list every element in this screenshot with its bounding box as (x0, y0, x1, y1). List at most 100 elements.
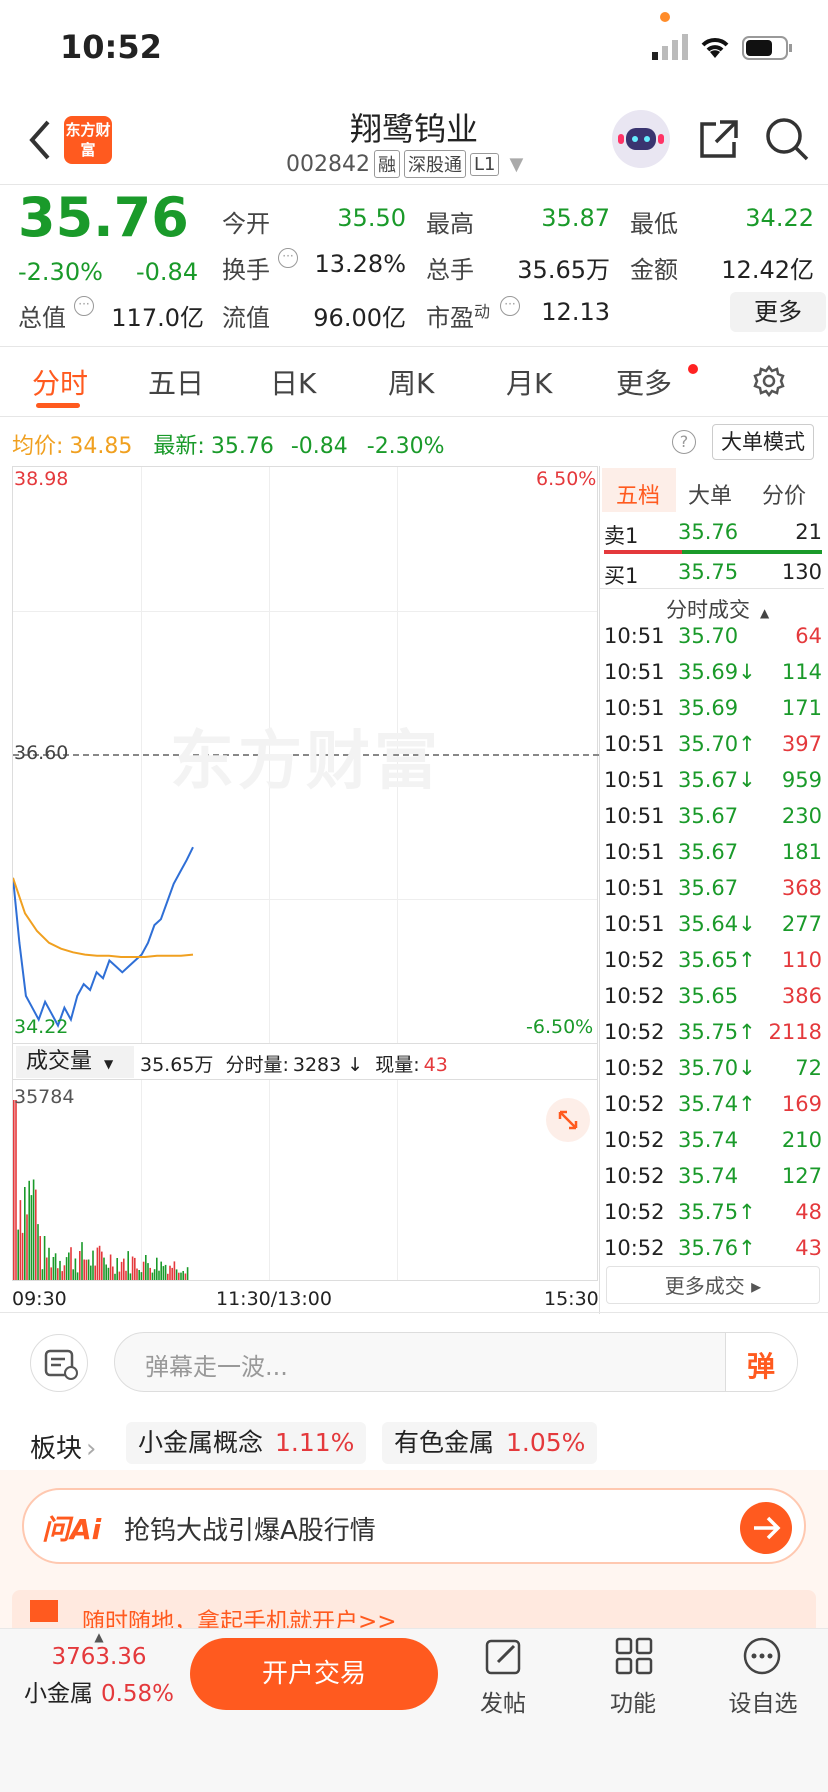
mktcap-value: 117.0亿 (111, 304, 204, 332)
grid-icon[interactable] (614, 1636, 654, 1680)
volume-bar (182, 1271, 184, 1280)
index-ticker[interactable]: ▲ 3763.36 小金属 0.58% (14, 1630, 184, 1708)
price-line (13, 846, 194, 1028)
volume-selector[interactable]: 成交量 ▼ (16, 1046, 134, 1078)
volume-bar (37, 1224, 39, 1280)
settings-gear-icon[interactable] (752, 364, 786, 402)
tab-daily-k[interactable]: 日K (270, 362, 316, 402)
tab-intraday[interactable]: 分时 (32, 362, 88, 402)
tick-time: 10:52 (604, 1236, 665, 1260)
ticks-title[interactable]: 分时成交 ▲ (666, 594, 769, 624)
open-trade-button[interactable]: 开户交易 (190, 1638, 438, 1710)
volume-bar (116, 1258, 118, 1280)
danmu-settings-icon[interactable] (30, 1334, 88, 1392)
volume-bar (30, 1195, 33, 1280)
sector-chip[interactable]: 有色金属 1.05% (382, 1422, 598, 1464)
arrow-right-icon[interactable] (740, 1502, 792, 1554)
ai-prompt-text: 抢钨大战引爆A股行情 (124, 1516, 376, 1546)
wifi-icon (698, 32, 732, 64)
info-icon[interactable]: ··· (74, 296, 94, 316)
volume-bar (164, 1264, 167, 1280)
volume-bar (17, 1229, 19, 1280)
tab-weekly-k[interactable]: 周K (388, 362, 434, 402)
float-cap-label: 流值 (222, 304, 270, 332)
big-order-mode-button[interactable]: 大单模式 (712, 424, 814, 460)
robot-avatar-icon[interactable] (612, 110, 670, 168)
volume-bar (52, 1257, 55, 1280)
nav-add-watchlist[interactable]: 设自选 (718, 1684, 808, 1718)
volume-bar (151, 1272, 154, 1280)
open-account-banner[interactable]: 随时随地，拿起手机就开户>> (12, 1590, 816, 1628)
volume-bar (156, 1257, 158, 1280)
volume-bar (153, 1269, 156, 1280)
dropdown-icon: ▼ (104, 1057, 114, 1071)
signal-icon (652, 34, 690, 64)
tab-more[interactable]: 更多 (616, 362, 672, 402)
volume-bar (79, 1251, 81, 1280)
volume-bar (149, 1267, 151, 1280)
more-dots-icon[interactable] (742, 1636, 782, 1680)
volume-bar (61, 1271, 63, 1280)
search-icon[interactable] (764, 116, 810, 166)
open-label: 今开 (222, 210, 270, 238)
volume-bar (138, 1270, 140, 1280)
tick-price: 35.67 (678, 876, 739, 900)
tab-big-order[interactable]: 大单 (688, 478, 732, 510)
nav-functions[interactable]: 功能 (588, 1684, 678, 1718)
tick-volume: 181 (781, 840, 822, 864)
sector-chip[interactable]: 小金属概念 1.11% (126, 1422, 367, 1464)
y-axis-mid: 36.60 (14, 742, 69, 764)
nav-post[interactable]: 发帖 (458, 1684, 548, 1718)
sector-label[interactable]: 板块 › (30, 1428, 96, 1465)
more-quote-button[interactable]: 更多 (730, 292, 826, 332)
tick-price: 35.67 (678, 840, 739, 864)
volume-bar (83, 1259, 85, 1280)
volume-bar (180, 1272, 182, 1280)
volume-bar (94, 1265, 96, 1280)
tick-row: 10:52 35.74↑ 169 (604, 1092, 822, 1128)
tick-row: 10:51 35.64↓ 277 (604, 912, 822, 948)
volume-bar (125, 1270, 127, 1280)
post-icon[interactable] (484, 1636, 524, 1680)
stock-code-row[interactable]: 002842 融 深股通 L1 ▼ (286, 150, 523, 178)
tick-time: 10:52 (604, 1020, 665, 1044)
volume-bar (101, 1251, 103, 1280)
tick-time: 10:51 (604, 696, 665, 720)
volume-bar (175, 1269, 178, 1280)
volume-bar (145, 1255, 147, 1280)
share-icon[interactable] (696, 118, 740, 166)
tick-time: 10:52 (604, 948, 665, 972)
tab-5day[interactable]: 五日 (148, 362, 204, 402)
chevron-down-icon: ▼ (509, 153, 524, 175)
volume-chart[interactable] (12, 1080, 598, 1280)
turnover-value: 13.28% (314, 250, 406, 278)
volume-bar (63, 1265, 66, 1280)
tick-volume: 169 (781, 1092, 822, 1116)
tick-row: 10:52 35.65↑ 110 (604, 948, 822, 984)
expand-icon[interactable] (546, 1098, 590, 1142)
ai-question-bar[interactable]: 问Ai 抢钨大战引爆A股行情 (22, 1488, 806, 1564)
volume-bar (26, 1214, 28, 1280)
tick-row: 10:51 35.70↑ 397 (604, 732, 822, 768)
tick-volume: 397 (781, 732, 822, 756)
info-icon[interactable]: ··· (500, 296, 520, 316)
help-icon[interactable]: ? (672, 430, 696, 454)
volume-bar (162, 1266, 165, 1280)
tab-monthly-k[interactable]: 月K (506, 362, 552, 402)
tick-time: 10:51 (604, 876, 665, 900)
tick-row: 10:52 35.75↑ 48 (604, 1200, 822, 1236)
volume-bar (50, 1267, 52, 1280)
tick-price: 35.75↑ (678, 1020, 756, 1044)
danmu-input[interactable]: 弹幕走一波... 弹 (114, 1332, 798, 1392)
tick-price: 35.74 (678, 1128, 739, 1152)
danmu-send-button[interactable]: 弹 (747, 1345, 775, 1385)
tab-five-level[interactable]: 五档 (616, 478, 660, 510)
tick-row: 10:52 35.70↓ 72 (604, 1056, 822, 1092)
info-icon[interactable]: ··· (278, 248, 298, 268)
volume-bar (142, 1261, 145, 1280)
tab-price-dist[interactable]: 分价 (762, 478, 806, 510)
more-deals-button[interactable]: 更多成交 ▸ (606, 1266, 820, 1304)
volume-bar (173, 1261, 176, 1280)
tick-price: 35.69↓ (678, 660, 756, 684)
tick-price: 35.76↑ (678, 1236, 756, 1260)
